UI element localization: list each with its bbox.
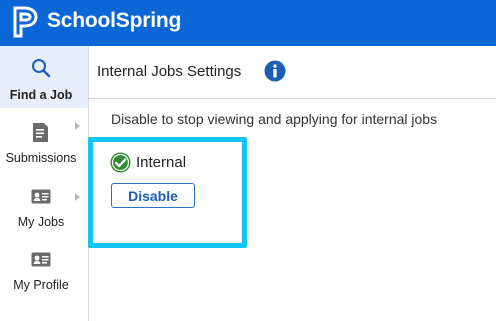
schoolspring-logo-icon[interactable] xyxy=(11,5,43,39)
search-icon xyxy=(32,59,51,78)
page-header: Internal Jobs Settings xyxy=(89,46,496,99)
chevron-right-icon xyxy=(75,122,80,130)
sidebar-item-label: Find a Job xyxy=(9,88,73,102)
id-card-icon xyxy=(31,252,51,267)
status-label: Internal xyxy=(136,154,187,171)
chevron-right-icon xyxy=(75,193,80,201)
id-card-icon xyxy=(31,189,51,204)
sidebar: Find a Job Submissions My Jobs My Profil… xyxy=(0,46,89,321)
disable-button[interactable]: Disable xyxy=(111,183,195,208)
brand-name[interactable]: SchoolSpring xyxy=(47,8,181,34)
sidebar-item-label: My Profile xyxy=(13,278,69,292)
document-icon xyxy=(33,123,48,142)
info-icon[interactable] xyxy=(264,60,286,82)
sidebar-item-label: Submissions xyxy=(5,151,77,165)
top-bar: SchoolSpring xyxy=(0,0,496,46)
sidebar-item-label: My Jobs xyxy=(17,215,65,229)
sidebar-item-submissions[interactable]: Submissions xyxy=(0,108,88,170)
sidebar-item-find-a-job[interactable]: Find a Job xyxy=(0,46,88,108)
check-circle-icon xyxy=(110,152,131,173)
settings-description: Disable to stop viewing and applying for… xyxy=(111,111,438,127)
sidebar-item-my-jobs[interactable]: My Jobs xyxy=(0,172,88,234)
sidebar-item-my-profile[interactable]: My Profile xyxy=(0,236,88,298)
page-title: Internal Jobs Settings xyxy=(97,63,242,80)
